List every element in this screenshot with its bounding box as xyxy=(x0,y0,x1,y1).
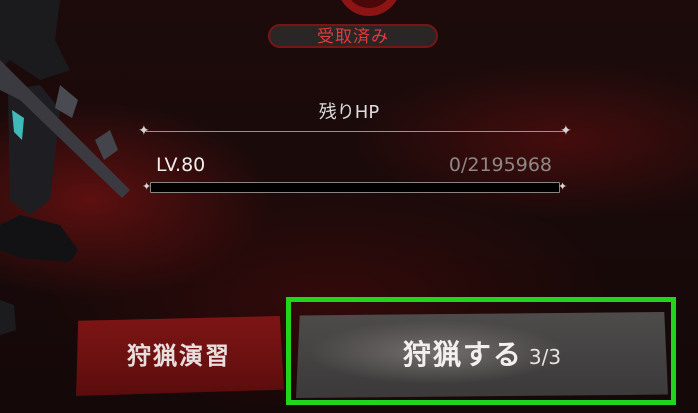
hunt-button-highlight-frame xyxy=(286,297,676,405)
hp-bar-sparkle-left-icon: ✦ xyxy=(142,180,152,193)
reward-emblem: 30 xyxy=(341,0,397,16)
hp-value-text: 0/2195968 xyxy=(448,154,552,176)
remaining-hp-title: 残りHP xyxy=(318,102,380,123)
claimed-badge: 受取済み xyxy=(268,24,438,48)
hp-bar xyxy=(150,182,560,193)
hp-title-divider xyxy=(146,131,566,132)
divider-sparkle-right-icon: ✦ xyxy=(560,123,572,139)
hp-bar-sparkle-right-icon: ✦ xyxy=(558,180,568,193)
divider-sparkle-left-icon: ✦ xyxy=(138,123,150,139)
hunt-practice-button[interactable]: 狩猟演習 xyxy=(76,316,284,396)
boss-level-label: LV.80 xyxy=(156,154,206,176)
